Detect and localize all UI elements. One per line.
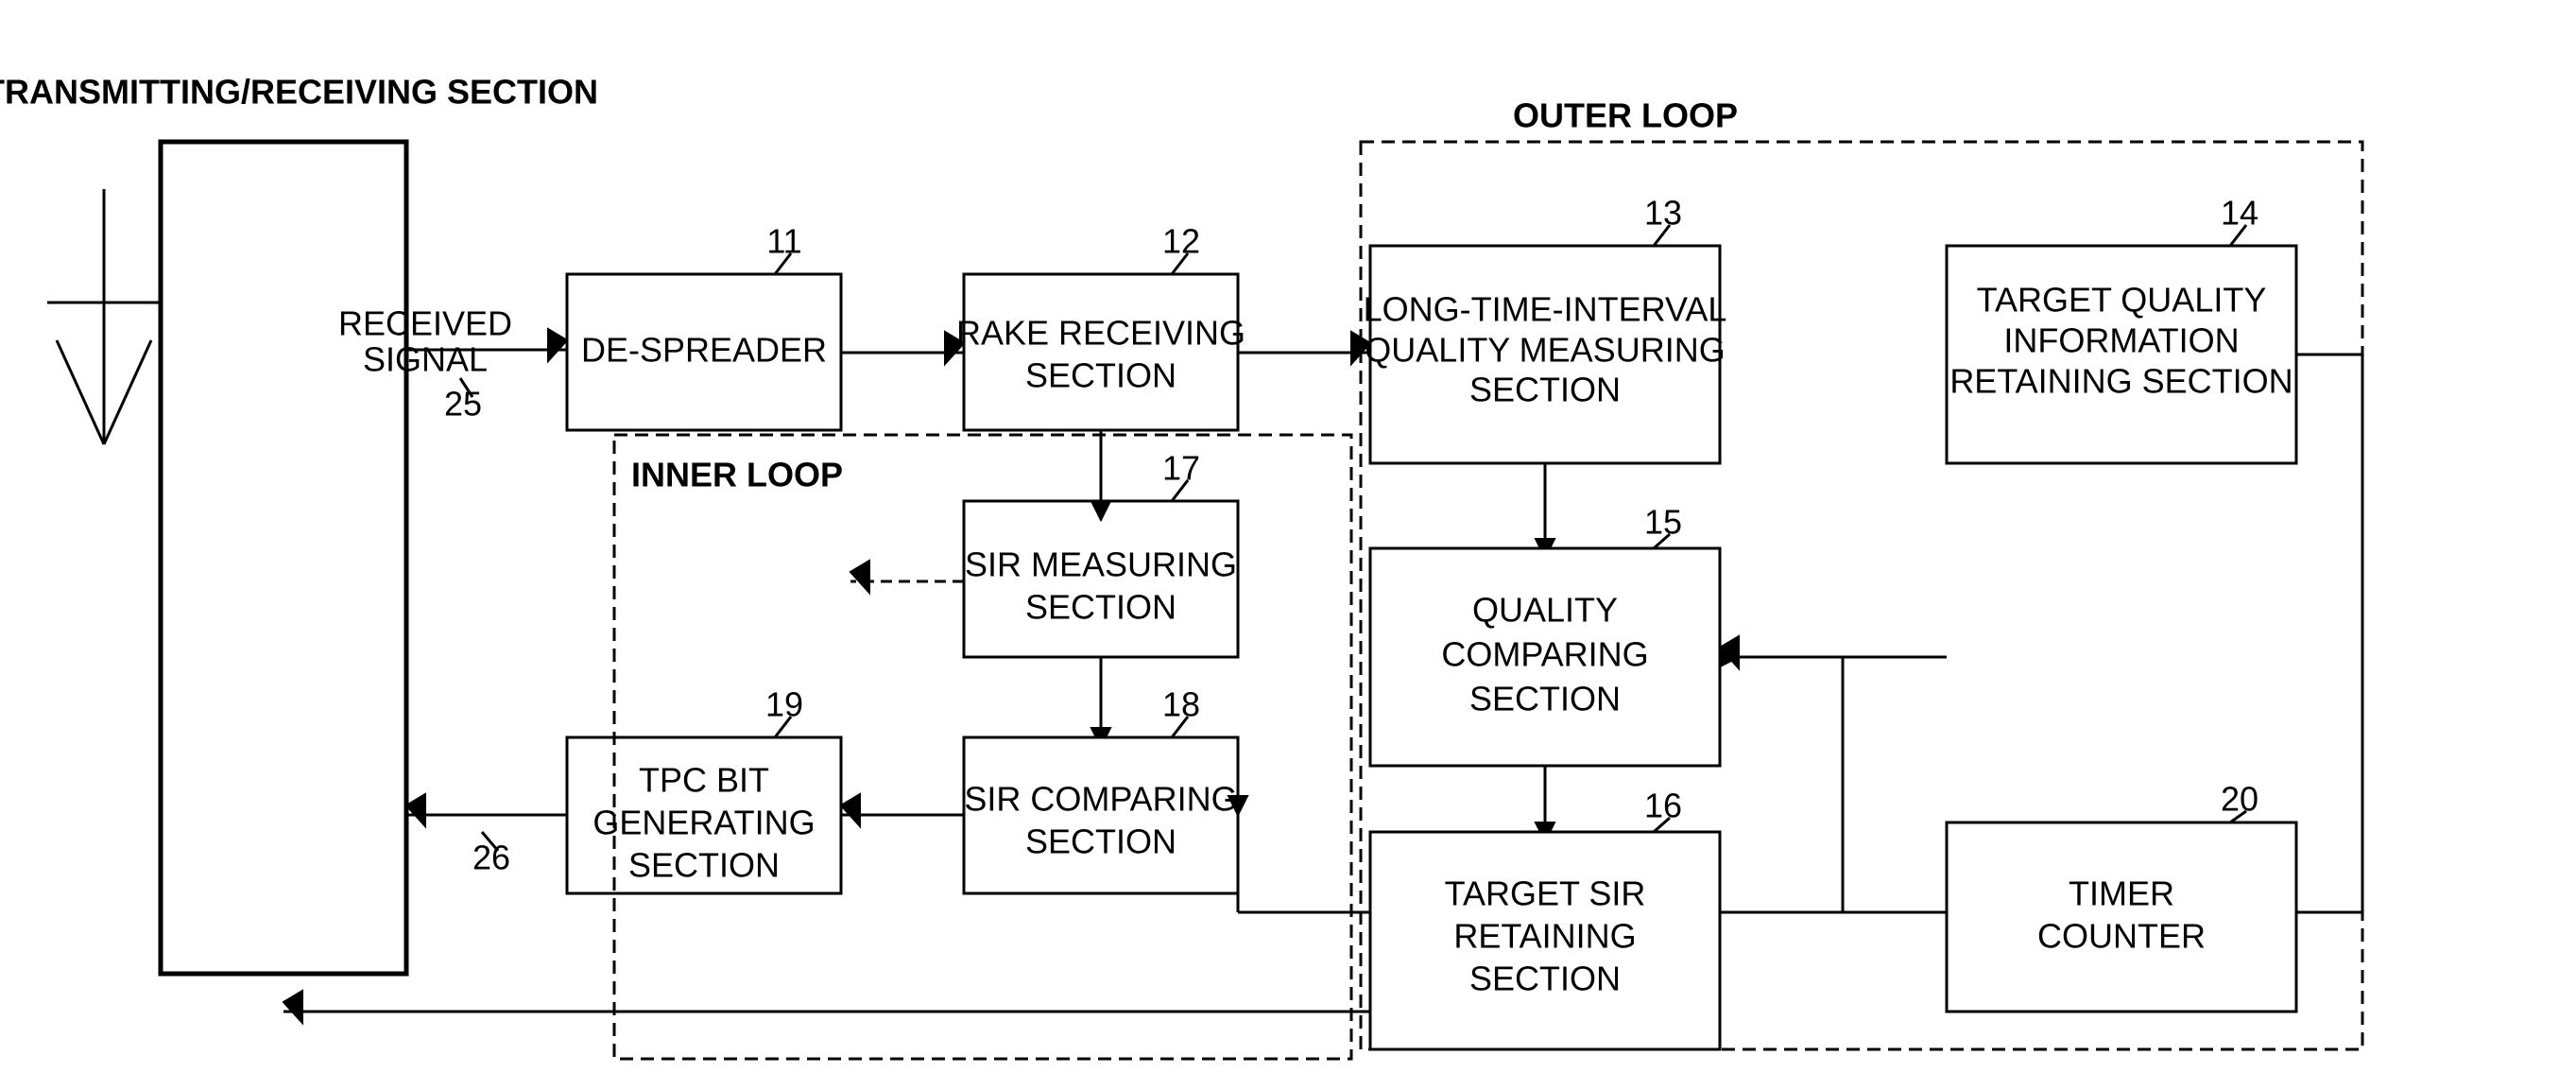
sir-comparing-label2: SECTION [1025, 822, 1176, 861]
target-quality-label3: RETAINING SECTION [1949, 362, 2293, 401]
ref-12: 12 [1162, 222, 1200, 261]
antenna [47, 189, 161, 444]
radio-section-box [161, 142, 406, 974]
arrow-bottom-to-radio [283, 991, 302, 1023]
arrow-to-despreader [548, 329, 567, 361]
target-sir-label3: SECTION [1469, 960, 1621, 998]
sir-comparing-label1: SIR COMPARING [964, 780, 1237, 819]
ref-19: 19 [765, 685, 803, 724]
rake-label1: RAKE RECEIVING [956, 314, 1245, 353]
diagram: 10 RADIO TRANSMITTING/RECEIVING SECTION … [0, 0, 2576, 1073]
sir-measuring-label1: SIR MEASURING [965, 545, 1237, 584]
target-sir-label1: TARGET SIR [1445, 874, 1646, 913]
ref-25: 25 [444, 385, 482, 424]
ref-17: 17 [1162, 449, 1200, 488]
sir-measuring-label2: SECTION [1025, 588, 1176, 627]
ref-20: 20 [2221, 780, 2258, 819]
quality-comparing-label3: SECTION [1469, 680, 1621, 718]
tpc-label2: GENERATING [592, 804, 815, 842]
ref-15: 15 [1644, 503, 1682, 542]
long-time-label1: LONG-TIME-INTERVAL [1364, 290, 1727, 329]
quality-comparing-label1: QUALITY [1472, 591, 1618, 630]
radio-section-label: 10 RADIO TRANSMITTING/RECEIVING SECTION [0, 73, 598, 112]
inner-loop-label: INNER LOOP [631, 456, 843, 494]
received-signal-label: RECEIVED [338, 304, 512, 343]
quality-comparing-label2: COMPARING [1441, 635, 1648, 674]
tpc-label1: TPC BIT [639, 761, 769, 800]
de-spreader-label: DE-SPREADER [581, 331, 827, 370]
target-sir-label2: RETAINING [1453, 917, 1636, 956]
target-quality-label2: INFORMATION [2003, 321, 2239, 360]
arrow-sirc-to-tpc [841, 794, 860, 826]
long-time-label2: QUALITY MEASURING [1365, 331, 1725, 370]
ref-14: 14 [2221, 194, 2258, 233]
arrow-to-radio [406, 794, 425, 826]
tpc-label3: SECTION [628, 846, 780, 885]
timer-counter-label1: TIMER [2069, 874, 2174, 913]
ref-11: 11 [766, 222, 801, 261]
rake-label2: SECTION [1025, 356, 1176, 395]
outer-loop-label: OUTER LOOP [1513, 96, 1738, 135]
long-time-label3: SECTION [1469, 371, 1621, 409]
inner-loop-arrow [850, 561, 869, 593]
target-quality-label1: TARGET QUALITY [1977, 281, 2267, 320]
timer-counter-label2: COUNTER [2037, 917, 2206, 956]
received-signal-label2: SIGNAL [363, 340, 488, 379]
ref-16: 16 [1644, 787, 1682, 825]
ref-18: 18 [1162, 685, 1200, 724]
ref-13: 13 [1644, 194, 1682, 233]
